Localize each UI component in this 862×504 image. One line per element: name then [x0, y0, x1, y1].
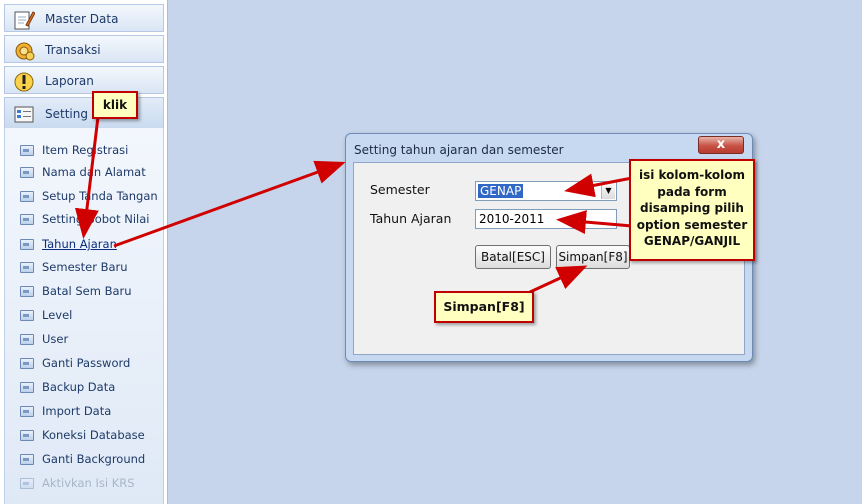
- callout-isi-kolom: isi kolom-kolom pada form disamping pili…: [629, 159, 755, 261]
- arrow-callout-to-tahun: [556, 210, 633, 235]
- callout-isi-line: isi kolom-kolom: [638, 168, 746, 182]
- callout-klik: klik: [92, 91, 138, 119]
- arrow-klik-to-menu: [74, 116, 100, 239]
- arrow-callout-to-semester: [564, 173, 633, 198]
- callout-isi-line: GENAP/GANJIL: [643, 234, 741, 248]
- arrow-simpan-to-button: [529, 265, 588, 294]
- callout-isi-line: pada form: [657, 184, 727, 199]
- callout-simpan: Simpan[F8]: [434, 291, 534, 323]
- callout-isi-line: option semester: [636, 217, 748, 232]
- callout-isi-line: disamping pilih: [640, 201, 744, 215]
- arrow-menu-to-dialog: [113, 160, 346, 248]
